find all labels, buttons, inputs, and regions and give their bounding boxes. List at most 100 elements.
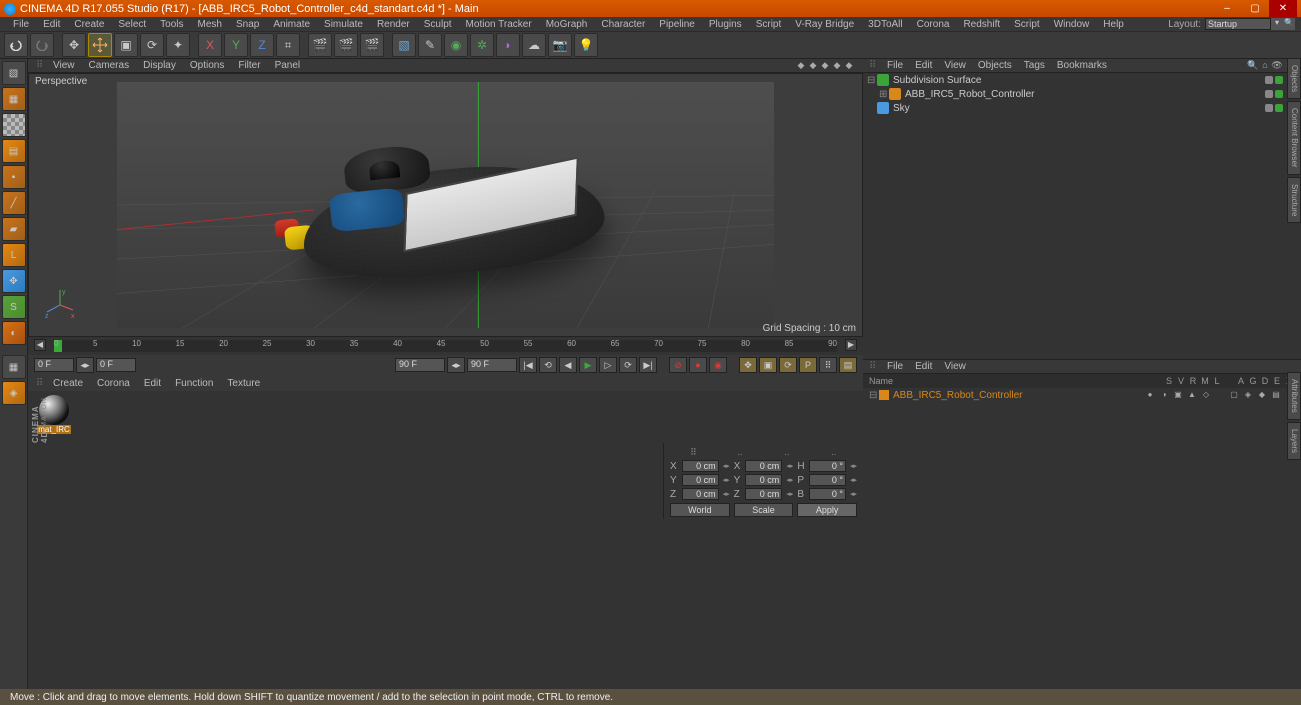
rot-H-field[interactable]: 0 °	[809, 460, 846, 472]
menu-motion-tracker[interactable]: Motion Tracker	[459, 19, 539, 30]
next-frame-button[interactable]: ▷	[599, 357, 617, 373]
goto-end-button[interactable]: ▶|	[639, 357, 657, 373]
viewport-locked-button[interactable]: ◈	[2, 381, 26, 405]
vmenu-view[interactable]: View	[46, 60, 82, 71]
tweak-mode-button[interactable]: ✥	[2, 269, 26, 293]
menu-file[interactable]: File	[6, 19, 36, 30]
menu-script[interactable]: Script	[749, 19, 789, 30]
prev-key-button[interactable]: ⟲	[539, 357, 557, 373]
render-settings-button[interactable]: 🎬	[360, 33, 384, 57]
viewport-zoom-icon[interactable]: ◆	[807, 60, 819, 72]
menu-pipeline[interactable]: Pipeline	[652, 19, 702, 30]
size-X-field[interactable]: 0 cm	[745, 460, 782, 472]
keyframe-sel-button[interactable]: ◉	[709, 357, 727, 373]
key-pos-button[interactable]: ✥	[739, 357, 757, 373]
menu-corona[interactable]: Corona	[910, 19, 957, 30]
coord-system-button[interactable]: ⌗	[276, 33, 300, 57]
size-Y-field[interactable]: 0 cm	[745, 474, 782, 486]
side-tab-objects[interactable]: Objects	[1287, 58, 1301, 99]
menu-simulate[interactable]: Simulate	[317, 19, 370, 30]
menu-character[interactable]: Character	[594, 19, 652, 30]
key-param-button[interactable]: P	[799, 357, 817, 373]
rotate-tool[interactable]: ⟳	[140, 33, 164, 57]
point-mode-button[interactable]: ▪	[2, 165, 26, 189]
layout-dropdown-button[interactable]: ▾	[1271, 18, 1283, 30]
undo-button[interactable]	[4, 33, 28, 57]
menu-help[interactable]: Help	[1096, 19, 1131, 30]
deformer-button[interactable]: ◗	[496, 33, 520, 57]
matmenu-texture[interactable]: Texture	[220, 378, 267, 389]
objmenu-tags[interactable]: Tags	[1018, 60, 1051, 71]
objmenu-edit[interactable]: Edit	[909, 60, 938, 71]
menu-plugins[interactable]: Plugins	[702, 19, 749, 30]
materials-strip[interactable]: CINEMA 4D MAXON mat_IRC	[28, 391, 863, 443]
end-frame-field[interactable]: 90 F	[467, 358, 517, 372]
vmenu-cameras[interactable]: Cameras	[82, 60, 137, 71]
key-scale-button[interactable]: ▣	[759, 357, 777, 373]
axis-mode-button[interactable]: L	[2, 243, 26, 267]
layers-list[interactable]: ⊟ABB_IRC5_Robot_Controller●◑▣▲◇ ▢◈◆▤✕	[863, 388, 1301, 705]
menu-mesh[interactable]: Mesh	[191, 19, 229, 30]
edge-mode-button[interactable]: ╱	[2, 191, 26, 215]
objmenu-objects[interactable]: Objects	[972, 60, 1018, 71]
viewport[interactable]: Perspective	[28, 73, 863, 337]
matmenu-edit[interactable]: Edit	[137, 378, 168, 389]
model-mode-button[interactable]: ▦	[2, 87, 26, 111]
menu-snap[interactable]: Snap	[229, 19, 266, 30]
object-tree[interactable]: ⊟Subdivision Surface⊞ABB_IRC5_Robot_Cont…	[863, 73, 1301, 359]
tree-row[interactable]: ⊞ABB_IRC5_Robot_Controller	[863, 87, 1287, 101]
objmenu-file[interactable]: File	[881, 60, 909, 71]
laymenu-file[interactable]: File	[881, 361, 909, 372]
side-tab-structure[interactable]: Structure	[1287, 177, 1301, 223]
range-start-spinner[interactable]: ◂▸	[76, 357, 94, 373]
goto-start-button[interactable]: |◀	[519, 357, 537, 373]
menu-mograph[interactable]: MoGraph	[539, 19, 595, 30]
menu-v-ray-bridge[interactable]: V-Ray Bridge	[788, 19, 861, 30]
matmenu-create[interactable]: Create	[46, 378, 90, 389]
live-select-tool[interactable]: ✥	[62, 33, 86, 57]
viewport-solo-button[interactable]: ▦	[2, 355, 26, 379]
matmenu-function[interactable]: Function	[168, 378, 220, 389]
menu-select[interactable]: Select	[111, 19, 153, 30]
menu-3dtoall[interactable]: 3DToAll	[861, 19, 909, 30]
next-key-button[interactable]: ⟳	[619, 357, 637, 373]
size-Z-field[interactable]: 0 cm	[745, 488, 782, 500]
timeline-left-button[interactable]: ◀	[34, 339, 46, 351]
tree-row[interactable]: Sky	[863, 101, 1287, 115]
play-button[interactable]: ▶	[579, 357, 597, 373]
coord-apply-button[interactable]: Apply	[797, 503, 857, 517]
menu-edit[interactable]: Edit	[36, 19, 67, 30]
camera-button[interactable]: 📷	[548, 33, 572, 57]
menu-script[interactable]: Script	[1007, 19, 1047, 30]
render-view-button[interactable]: 🎬	[308, 33, 332, 57]
lock-y-button[interactable]: Y	[224, 33, 248, 57]
coord-scale-select[interactable]: Scale	[734, 503, 794, 517]
layout-search-button[interactable]: 🔍	[1283, 18, 1295, 30]
autokey-button[interactable]: ●	[689, 357, 707, 373]
side-tab-attributes[interactable]: Attributes	[1287, 372, 1301, 420]
pos-Y-field[interactable]: 0 cm	[682, 474, 719, 486]
layout-select[interactable]: Startup	[1205, 18, 1271, 30]
viewport-layout-icon[interactable]: ◆	[843, 60, 855, 72]
workplane-mode-button[interactable]: ▤	[2, 139, 26, 163]
menu-redshift[interactable]: Redshift	[956, 19, 1007, 30]
polygon-mode-button[interactable]: ▰	[2, 217, 26, 241]
pos-X-field[interactable]: 0 cm	[682, 460, 719, 472]
render-region-button[interactable]: 🎬	[334, 33, 358, 57]
rot-P-field[interactable]: 0 °	[809, 474, 846, 486]
side-tab-layers[interactable]: Layers	[1287, 422, 1301, 460]
viewport-maximize-icon[interactable]: ◆	[831, 60, 843, 72]
menu-animate[interactable]: Animate	[266, 19, 317, 30]
menu-create[interactable]: Create	[67, 19, 111, 30]
side-tab-content-browser[interactable]: Content Browser	[1287, 101, 1301, 175]
recent-tool[interactable]: ✦	[166, 33, 190, 57]
menu-tools[interactable]: Tools	[153, 19, 190, 30]
record-button[interactable]: ⊘	[669, 357, 687, 373]
layer-row[interactable]: ⊟ABB_IRC5_Robot_Controller●◑▣▲◇ ▢◈◆▤✕	[863, 388, 1301, 402]
laymenu-edit[interactable]: Edit	[909, 361, 938, 372]
close-button[interactable]: ✕	[1269, 0, 1297, 17]
laymenu-view[interactable]: View	[938, 361, 972, 372]
redo-button[interactable]	[30, 33, 54, 57]
obj-eye-icon[interactable]: 👁	[1271, 60, 1283, 72]
obj-home-icon[interactable]: ⌂	[1259, 60, 1271, 72]
